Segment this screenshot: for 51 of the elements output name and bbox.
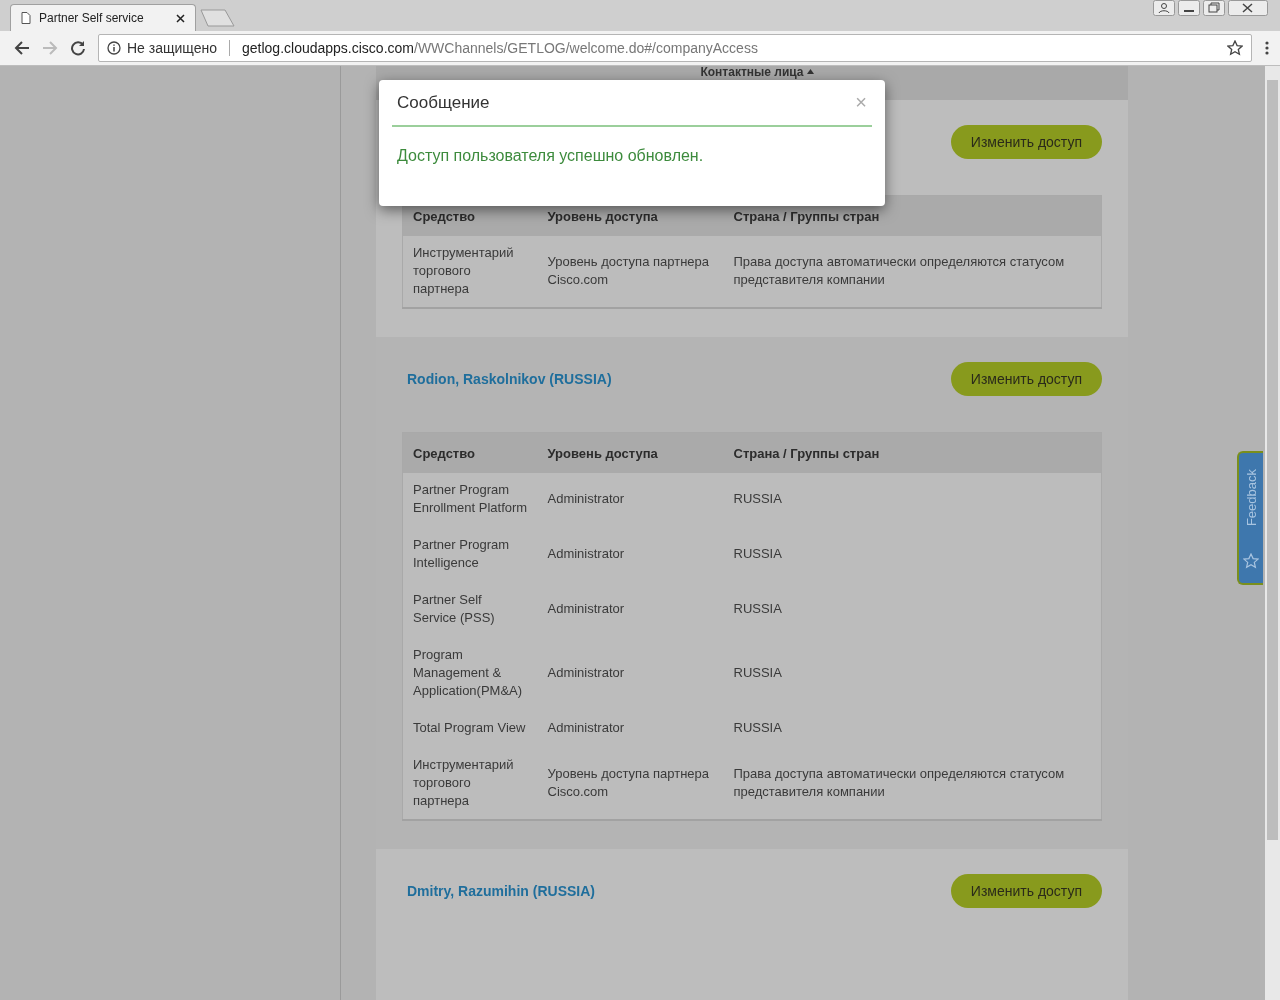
feedback-tab[interactable]: Feedback [1237,451,1263,585]
close-icon[interactable] [1228,0,1268,16]
browser-tab[interactable]: Partner Self service [10,4,196,31]
table-cell: RUSSIA [723,709,1102,746]
scrollbar[interactable] [1265,66,1280,1000]
column-header: Страна / Группы стран [723,432,1102,473]
change-access-button[interactable]: Изменить доступ [950,362,1102,396]
close-icon[interactable] [176,13,185,23]
page-icon [21,12,31,24]
table-cell: RUSSIA [723,581,1102,636]
table-cell: RUSSIA [723,526,1102,581]
column-header: Средство [402,432,538,473]
table-cell: Инструментарий торгового партнера [402,746,538,820]
sort-caret-icon [806,69,814,74]
table-cell: Права доступа автоматически определяются статусом представителя компании [723,746,1102,820]
table-cell: RUSSIA [723,473,1102,526]
table-cell: Уровень доступа партнера Cisco.com [537,746,724,820]
user-icon[interactable] [1153,0,1175,16]
table-cell: Administrator [537,636,724,709]
restore-icon[interactable] [1203,0,1225,16]
minimize-icon[interactable] [1178,0,1200,16]
contact-name-link[interactable]: Dmitry, Razumihin (RUSSIA) [407,883,595,899]
reload-icon[interactable] [70,40,86,56]
dialog-title: Сообщение [397,92,490,113]
table-cell: RUSSIA [723,636,1102,709]
table-cell: Инструментарий торгового партнера [402,236,538,308]
column-sort-header[interactable]: Контактные лица [700,66,804,79]
contact-name-link[interactable]: Rodion, Raskolnikov (RUSSIA) [407,371,612,387]
bookmark-star-icon[interactable] [1227,40,1243,56]
address-bar[interactable]: Не защищено getlog.cloudapps.cisco.com/WWChannels/GETLOG/welcome.do#/companyAccess [98,34,1252,62]
info-icon [107,41,121,55]
table-cell: Partner Program Intelligence [402,526,538,581]
table-cell: Total Program View [402,709,538,746]
column-header: Уровень доступа [537,432,724,473]
table-cell: Administrator [537,526,724,581]
table-cell: Administrator [537,581,724,636]
url-text: getlog.cloudapps.cisco.com/WWChannels/GETLOG/welcome.do#/companyAccess [242,40,759,56]
table-cell: Administrator [537,473,724,526]
change-access-button[interactable]: Изменить доступ [950,125,1102,159]
table-cell: Program Management & Application(PM&A) [402,636,538,709]
back-icon[interactable] [14,40,30,56]
table-cell: Administrator [537,709,724,746]
table-cell: Уровень доступа партнера Cisco.com [537,236,724,308]
menu-icon[interactable] [1264,40,1270,56]
table-cell: Partner Self Service (PSS) [402,581,538,636]
security-label: Не защищено [127,40,217,56]
table-cell: Права доступа автоматически определяются статусом представителя компании [723,236,1102,308]
table-cell: Partner Program Enrollment Platform [402,473,538,526]
success-message: Доступ пользователя успешно обновлен. [396,146,705,166]
change-access-button[interactable]: Изменить доступ [950,874,1102,908]
star-icon [1243,553,1259,569]
